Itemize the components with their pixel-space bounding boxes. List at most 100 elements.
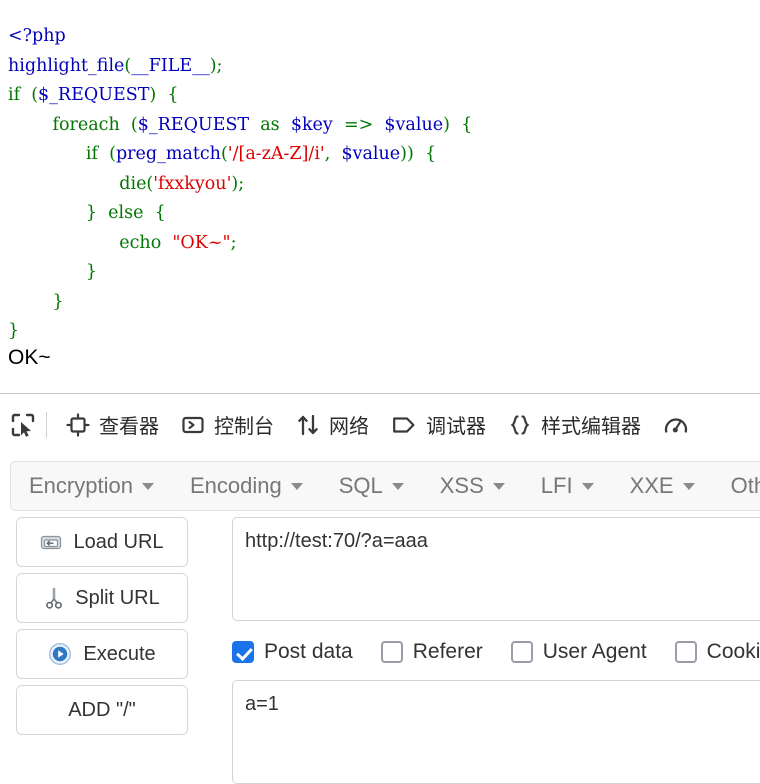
code-token: highlight_file [8,55,125,76]
execute-button[interactable]: Execute [16,629,188,679]
chevron-down-icon [682,482,695,490]
code-token: ; [238,173,245,194]
post-data-input[interactable] [232,680,760,784]
code-token: else [108,203,144,223]
url-input[interactable] [232,517,760,621]
style-editor-braces-icon [508,413,532,437]
code-line: if ($_REQUEST) { [8,81,472,111]
code-token: die [119,173,147,194]
execute-play-icon [48,642,72,666]
code-line: <?php [8,22,472,52]
code-token: $key [290,114,333,135]
tab-network[interactable]: 网络 [285,394,380,455]
checkbox-post-data-label: Post data [264,640,353,663]
code-line: if (preg_match('/[a-zA-Z]/i', $value)) { [8,140,472,170]
tab-style-editor-label: 样式编辑器 [541,416,641,438]
tab-inspector[interactable]: 查看器 [55,394,170,455]
add-slash-button[interactable]: ADD "/" [16,685,188,735]
tab-style-editor[interactable]: 样式编辑器 [497,394,652,455]
chevron-down-icon [492,482,505,490]
checkbox-user-agent-label: User Agent [542,640,647,663]
split-url-button[interactable]: Split URL [16,573,188,623]
code-line: echo "OK~"; [8,229,472,259]
menu-xss[interactable]: XSS [440,473,505,499]
menu-lfi[interactable]: LFI [541,473,594,499]
add-slash-button-label: ADD "/" [68,698,136,721]
checkbox-cookies-label: Cookies [706,640,760,663]
hackbar-panel: Encryption Encoding SQL XSS LFI XXE Other Load… [0,455,760,784]
menu-xss-label: XSS [439,473,484,498]
network-arrows-icon [296,413,320,437]
code-token: } [85,203,98,223]
checkbox-referer[interactable]: Referer [380,640,483,664]
hackbar-checkbox-row: Post data Referer User Agent Cookies [232,640,760,664]
code-token: )) [400,144,414,164]
checkbox-post-data[interactable]: Post data [232,640,353,664]
tab-network-label: 网络 [329,416,369,438]
code-line: highlight_file(__FILE__); [8,52,472,82]
code-token: __FILE__ [131,55,210,76]
code-token: echo [119,232,162,253]
menu-other[interactable]: Other [731,473,760,499]
code-line: } [8,288,472,318]
checkbox-cookies-box[interactable] [674,641,697,663]
browser-page-content: <?php highlight_file(__FILE__); if ($_REQU… [0,0,760,392]
checkbox-user-agent-box[interactable] [510,641,533,663]
checkbox-user-agent[interactable]: User Agent [510,640,647,664]
checkbox-referer-box[interactable] [380,641,403,663]
code-token: $value [384,114,444,135]
code-token: as [260,114,280,135]
console-chevron-icon [181,413,205,437]
tab-debugger[interactable]: 调试器 [380,394,497,455]
post-data-area [232,680,760,784]
code-token: if [85,144,98,164]
menu-sql-label: SQL [338,473,383,498]
code-token: { [167,85,179,105]
php-source-highlight: <?php highlight_file(__FILE__); if ($_REQU… [8,22,472,347]
menu-sql[interactable]: SQL [339,473,404,499]
tab-performance[interactable] [652,394,709,455]
code-line: foreach ($_REQUEST as $key => $value) { [8,111,473,141]
code-line: } else { [8,199,472,229]
code-token: foreach [52,114,120,135]
menu-xxe[interactable]: XXE [630,473,695,499]
code-token: $_REQUEST [38,85,150,105]
load-url-disk-icon [40,532,62,552]
code-token: ) [209,55,217,76]
chevron-down-icon [391,482,404,490]
code-token: $value [341,144,401,164]
performance-gauge-icon [663,413,689,437]
code-token: <?php [8,26,66,46]
menu-encoding-label: Encoding [189,473,282,498]
menu-encryption[interactable]: Encryption [29,473,154,499]
checkbox-post-data-box[interactable] [232,641,254,663]
code-token: $_REQUEST [137,114,250,135]
menu-encoding[interactable]: Encoding [190,473,303,499]
checkbox-referer-label: Referer [412,640,483,663]
tab-debugger-label: 调试器 [426,416,486,438]
chevron-down-icon [581,482,594,490]
code-token: "OK~" [172,232,231,253]
load-url-button[interactable]: Load URL [16,517,188,567]
code-token: preg_match [115,144,221,164]
tab-inspector-label: 查看器 [99,416,159,438]
checkbox-cookies[interactable]: Cookies [674,640,760,664]
code-token: ( [220,144,228,164]
hackbar-menubar: Encryption Encoding SQL XSS LFI XXE Other [10,461,760,511]
code-line: } [8,258,472,288]
code-token: } [52,291,64,312]
tab-console[interactable]: 控制台 [170,394,285,455]
menu-encryption-label: Encryption [29,473,133,498]
element-picker-button[interactable] [0,394,46,455]
